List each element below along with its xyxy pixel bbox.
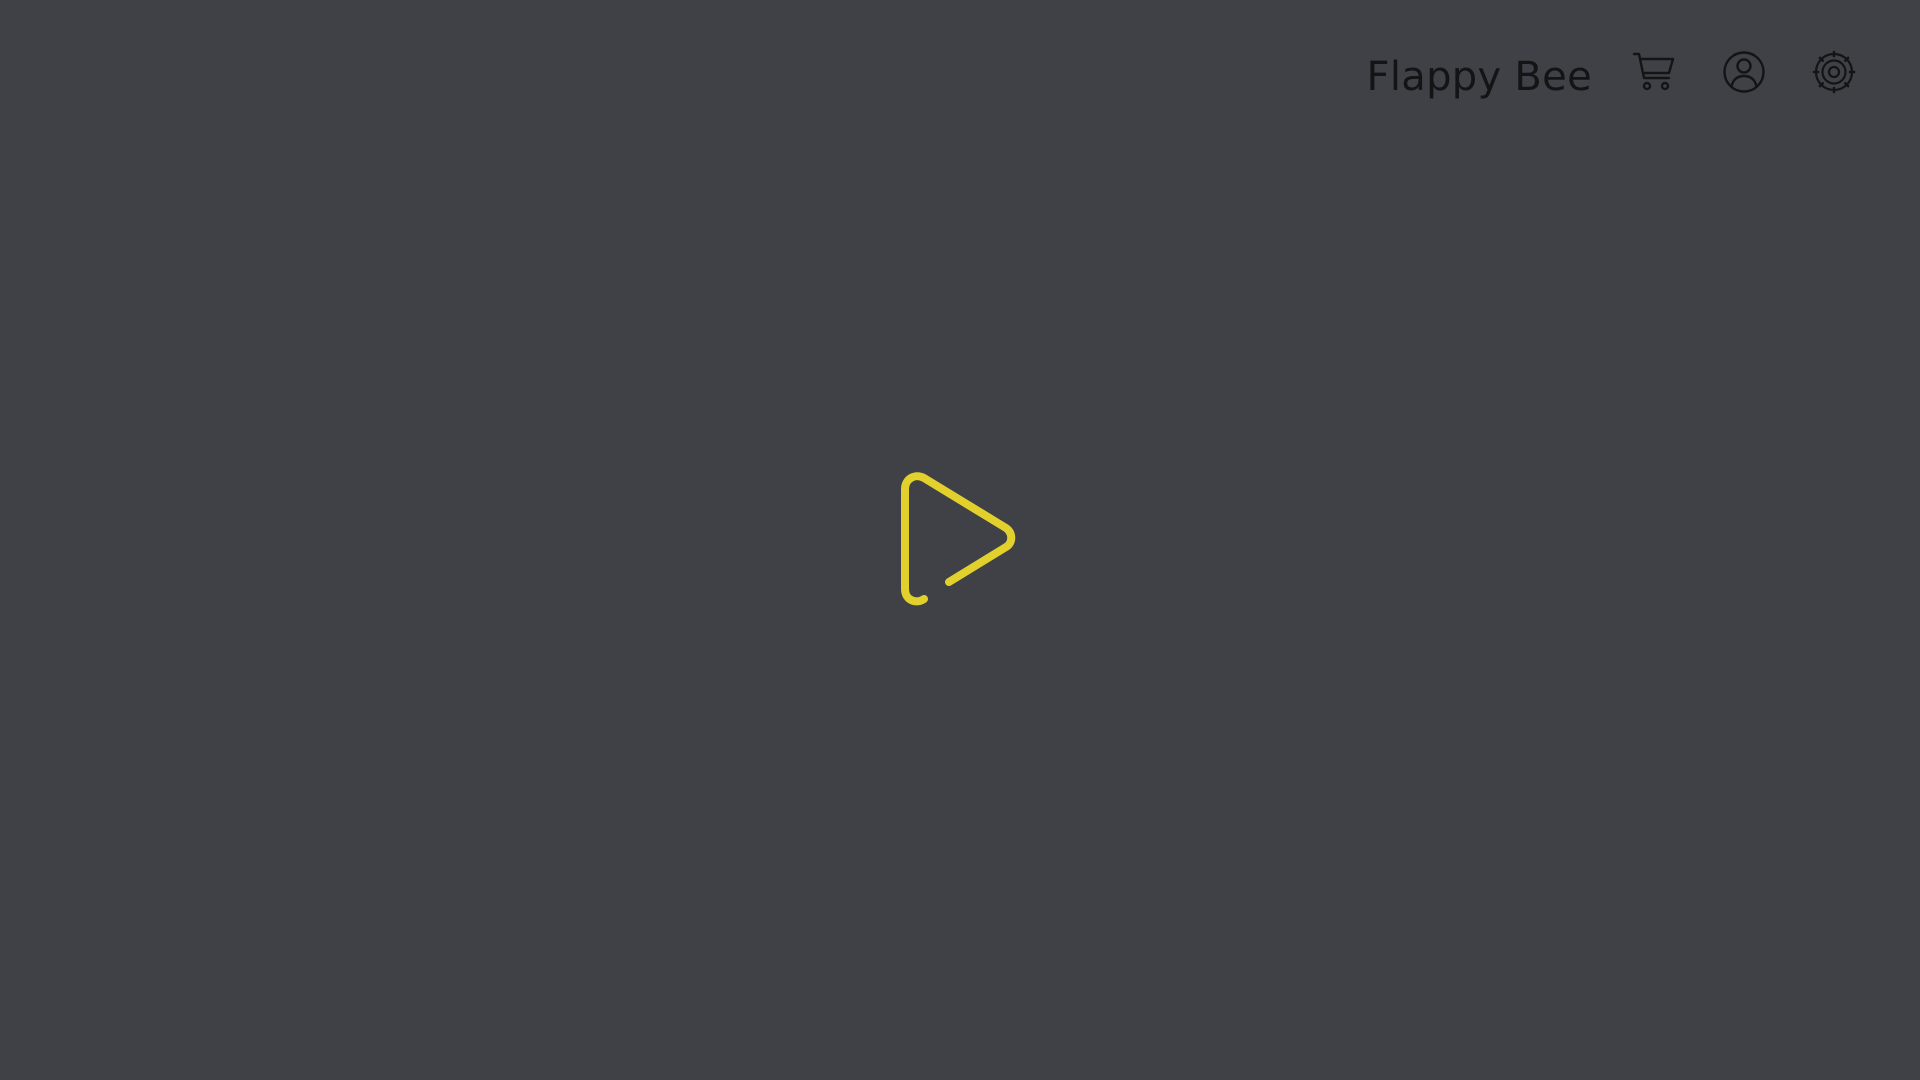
play-icon — [901, 472, 1016, 606]
top-bar: Flappy Bee — [1367, 40, 1858, 104]
settings-button[interactable] — [1810, 48, 1858, 96]
game-title: Flappy Bee — [1366, 54, 1592, 100]
profile-button[interactable] — [1720, 48, 1768, 96]
play-button[interactable] — [896, 468, 1022, 610]
cart-icon — [1632, 52, 1675, 91]
user-icon — [1723, 51, 1765, 93]
cart-button[interactable] — [1630, 48, 1678, 96]
gear-icon — [1812, 50, 1856, 94]
game-menu-screen: Flappy Bee — [0, 0, 1920, 1080]
